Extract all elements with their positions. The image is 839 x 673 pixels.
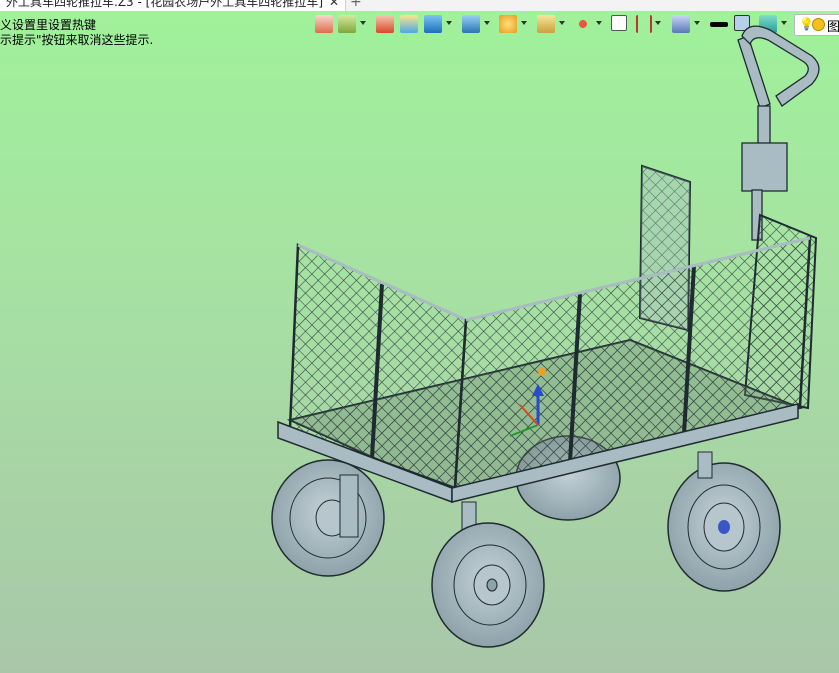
cart-handle	[737, 25, 820, 241]
cad-viewport[interactable]	[0, 0, 839, 673]
rear-right-wheel	[667, 451, 781, 592]
front-left-wheel	[271, 459, 385, 577]
front-right-wheel	[431, 501, 545, 648]
